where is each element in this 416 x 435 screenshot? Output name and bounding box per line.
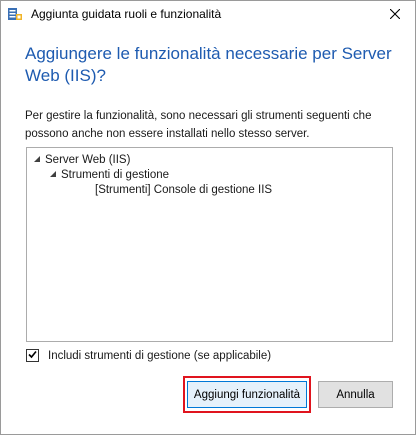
close-button[interactable] bbox=[375, 1, 415, 28]
close-icon[interactable] bbox=[389, 6, 401, 24]
include-tools-checkbox[interactable] bbox=[26, 349, 39, 362]
add-features-button[interactable]: Aggiungi funzionalità bbox=[187, 381, 307, 408]
checkmark-icon bbox=[27, 349, 38, 363]
window-title: Aggiunta guidata ruoli e funzionalità bbox=[31, 7, 222, 21]
server-manager-icon bbox=[7, 6, 23, 22]
cancel-button[interactable]: Annulla bbox=[318, 381, 393, 408]
tree-item-label: [Strumenti] Console di gestione IIS bbox=[95, 184, 273, 196]
dialog-heading: Aggiungere le funzionalità necessarie pe… bbox=[25, 44, 392, 85]
tree-item-label: Strumenti di gestione bbox=[61, 169, 170, 181]
include-tools-label[interactable]: Includi strumenti di gestione (se applic… bbox=[48, 350, 271, 362]
dialog-description: Per gestire la funzionalità, sono necess… bbox=[25, 110, 372, 140]
tree-item-label: Server Web (IIS) bbox=[45, 154, 131, 166]
expanded-triangle-icon[interactable] bbox=[33, 155, 45, 165]
include-tools-option[interactable]: Includi strumenti di gestione (se applic… bbox=[26, 349, 271, 362]
tree-item-management-tools[interactable]: Strumenti di gestione bbox=[49, 169, 169, 181]
expanded-triangle-icon[interactable] bbox=[49, 170, 61, 180]
features-tree[interactable]: Server Web (IIS) Strumenti di gestione [… bbox=[26, 147, 393, 342]
dialog-window: Aggiunta guidata ruoli e funzionalità Ag… bbox=[0, 0, 416, 435]
tree-item-iis-console[interactable]: [Strumenti] Console di gestione IIS bbox=[95, 184, 272, 196]
tree-item-server-web[interactable]: Server Web (IIS) bbox=[33, 154, 130, 166]
title-bar: Aggiunta guidata ruoli e funzionalità bbox=[1, 1, 415, 28]
